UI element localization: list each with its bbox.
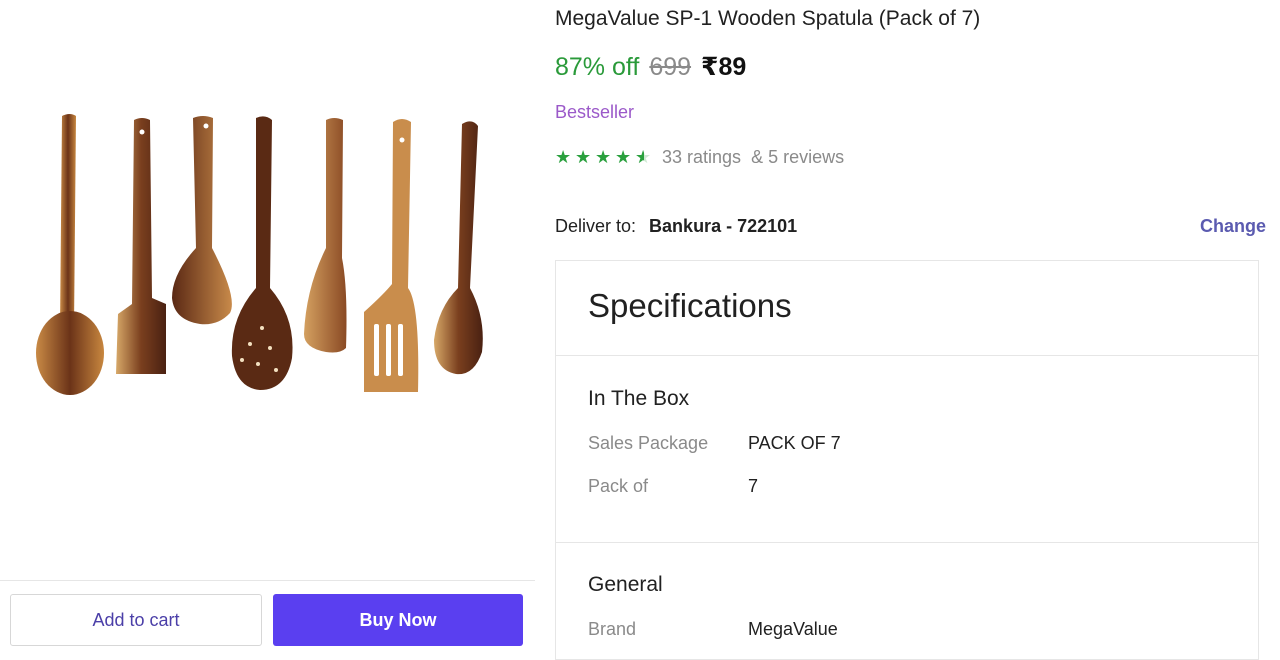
add-to-cart-button[interactable]: Add to cart	[10, 594, 262, 646]
spec-key: Sales Package	[588, 433, 709, 453]
delivery-location: Bankura - 722101	[649, 216, 798, 236]
spec-row: Sales Package PACK OF 7	[588, 433, 841, 454]
spec-key: Brand	[588, 619, 637, 639]
half-star-icon: ★	[635, 148, 652, 166]
product-details: MegaValue SP-1 Wooden Spatula (Pack of 7…	[555, 0, 1275, 660]
selling-price: ₹89	[701, 53, 747, 81]
deliver-to-label: Deliver to:	[555, 216, 637, 236]
purchase-action-bar: Add to cart Buy Now	[0, 580, 535, 649]
change-location-link[interactable]: Change	[1200, 216, 1266, 237]
spec-value: 7	[748, 476, 759, 496]
reviews-count: & 5 reviews	[751, 147, 845, 167]
delivery-info: Deliver to: Bankura - 722101	[555, 216, 797, 237]
discount-percentage: 87% off	[555, 53, 640, 81]
spec-value: PACK OF 7	[748, 433, 841, 453]
price-row: 87% off 699 ₹89	[555, 52, 746, 82]
bestseller-badge: Bestseller	[555, 102, 635, 122]
star-icon: ★	[595, 147, 612, 167]
product-title: MegaValue SP-1 Wooden Spatula (Pack of 7…	[555, 7, 981, 30]
star-icon: ★	[575, 147, 592, 167]
star-icon: ★	[615, 147, 632, 167]
rating-summary[interactable]: ★ ★ ★ ★ ★ 33 ratings & 5 reviews	[555, 147, 844, 168]
ratings-count: 33 ratings	[662, 147, 742, 167]
divider	[556, 355, 1258, 356]
product-image[interactable]	[0, 98, 520, 418]
spec-group-title: In The Box	[588, 387, 690, 410]
spec-value: MegaValue	[748, 619, 838, 639]
specifications-heading: Specifications	[588, 287, 792, 324]
buy-now-button[interactable]: Buy Now	[273, 594, 523, 646]
specifications-panel: Specifications In The Box Sales Package …	[555, 260, 1259, 660]
original-price: 699	[649, 53, 692, 81]
star-rating: ★ ★ ★ ★ ★	[555, 147, 652, 167]
star-icon: ★	[555, 147, 572, 167]
divider	[556, 542, 1258, 543]
spec-row: Brand MegaValue	[588, 619, 838, 640]
spec-group-title: General	[588, 573, 663, 596]
spec-row: Pack of 7	[588, 476, 758, 497]
product-gallery: Add to cart Buy Now	[0, 0, 540, 649]
spec-key: Pack of	[588, 476, 649, 496]
